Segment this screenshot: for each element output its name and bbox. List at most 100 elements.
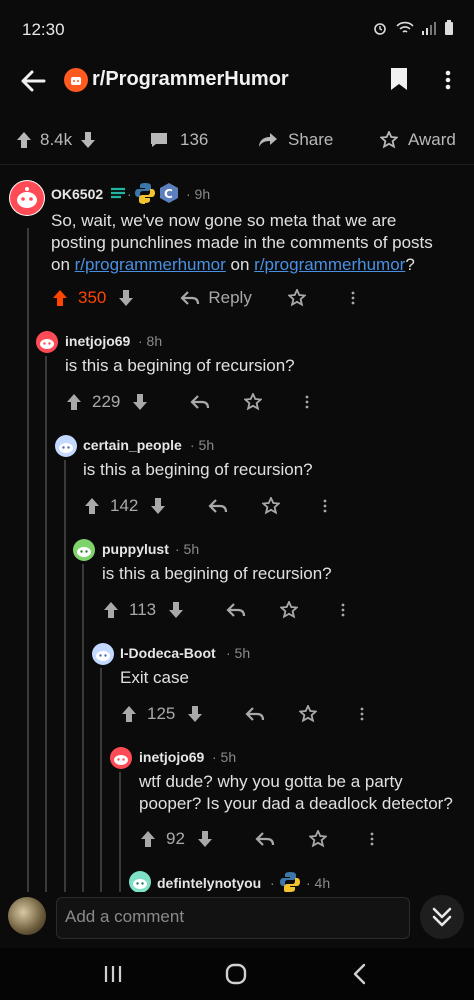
avatar[interactable] <box>35 330 59 354</box>
comment-actions: 113 <box>103 600 346 620</box>
award-icon[interactable] <box>308 830 327 848</box>
upvote-icon[interactable] <box>84 497 100 515</box>
more-options-icon[interactable] <box>340 602 346 618</box>
text: on <box>51 255 75 274</box>
thread-line[interactable] <box>27 228 29 892</box>
reply-icon[interactable] <box>190 394 210 410</box>
back-arrow-icon[interactable] <box>18 66 48 96</box>
thread-line[interactable] <box>100 668 102 892</box>
comments-count: 136 <box>180 130 209 149</box>
comment-time: · 5h <box>190 437 215 453</box>
overflow-menu-icon[interactable] <box>440 68 456 92</box>
next-comment-button[interactable] <box>420 895 464 939</box>
more-options-icon[interactable] <box>304 394 310 410</box>
avatar[interactable] <box>72 538 96 562</box>
comment-author[interactable]: puppylust <box>102 541 169 557</box>
comment-time: · 8h <box>138 333 163 349</box>
upvote-icon[interactable] <box>103 601 119 619</box>
upvote-icon[interactable] <box>16 131 32 149</box>
status-time: 12:30 <box>22 20 65 39</box>
comment-author[interactable]: I-Dodeca-Boot <box>120 645 216 661</box>
recent-apps-icon[interactable] <box>102 963 124 985</box>
comment-author[interactable]: inetjojo69 <box>65 333 130 349</box>
comment-score: 350 <box>78 288 107 307</box>
comment-score: 92 <box>166 829 185 848</box>
thread-line[interactable] <box>82 564 84 892</box>
avatar[interactable] <box>109 746 133 770</box>
comment-time: · 5h <box>175 541 200 557</box>
downvote-icon[interactable] <box>197 830 213 848</box>
award-icon[interactable] <box>287 289 306 307</box>
comment-author[interactable]: OK6502 <box>51 186 103 202</box>
user-avatar[interactable] <box>8 897 46 935</box>
reply-icon[interactable] <box>208 498 228 514</box>
comment-actions: 142 <box>84 496 328 516</box>
downvote-icon[interactable] <box>150 497 166 515</box>
more-options-icon[interactable] <box>369 831 375 847</box>
thread-line[interactable] <box>45 356 47 892</box>
thread-line[interactable] <box>119 772 121 892</box>
home-icon[interactable] <box>224 962 248 986</box>
upvote-icon[interactable] <box>52 289 68 307</box>
subreddit-link[interactable]: r/programmerhumor <box>254 255 405 274</box>
post-vote-group: 8.4k <box>16 130 96 150</box>
avatar[interactable] <box>128 870 152 894</box>
comment-line: wtf dude? why you gotta be a party <box>139 772 403 791</box>
comment-time: · 9h <box>186 186 211 202</box>
back-icon[interactable] <box>350 962 370 986</box>
downvote-icon[interactable] <box>168 601 184 619</box>
thread-line[interactable] <box>64 460 66 892</box>
post-score: 8.4k <box>40 130 73 149</box>
comment-author[interactable]: inetjojo69 <box>139 749 204 765</box>
avatar[interactable] <box>54 434 78 458</box>
comment-score: 113 <box>129 600 157 619</box>
reply-icon[interactable] <box>255 831 275 847</box>
share-button[interactable]: Share <box>258 130 333 150</box>
avatar[interactable] <box>9 180 45 216</box>
share-icon <box>259 133 277 147</box>
subreddit-icon[interactable] <box>64 68 88 92</box>
python-icon <box>135 183 155 204</box>
more-options-icon[interactable] <box>359 706 365 722</box>
subreddit-title[interactable]: r/ProgrammerHumor <box>92 68 289 91</box>
upvote-icon[interactable] <box>140 830 156 848</box>
comment-body: is this a begining of recursion? <box>83 460 313 479</box>
subreddit-link[interactable]: r/programmerhumor <box>75 255 226 274</box>
more-options-icon[interactable] <box>350 290 356 306</box>
award-icon[interactable] <box>262 497 281 515</box>
downvote-icon[interactable] <box>80 131 96 149</box>
reply-icon[interactable] <box>180 290 200 306</box>
comment-line: pooper? Is your dad a deadlock detector? <box>139 794 453 813</box>
downvote-icon[interactable] <box>187 705 203 723</box>
wifi-icon <box>396 21 414 33</box>
downvote-icon[interactable] <box>118 289 134 307</box>
python-icon <box>280 872 300 893</box>
award-button[interactable]: Award <box>380 130 456 150</box>
comment-author[interactable]: certain_people <box>83 437 182 453</box>
reply-icon[interactable] <box>245 706 265 722</box>
upvote-icon[interactable] <box>66 393 82 411</box>
battery-icon <box>445 20 453 35</box>
comment-time: · 5h <box>212 749 237 765</box>
double-chevron-down-icon <box>432 907 452 927</box>
comments-count-button[interactable]: 136 <box>150 130 208 150</box>
reply-icon[interactable] <box>226 602 246 618</box>
award-icon[interactable] <box>280 601 299 619</box>
upvote-icon[interactable] <box>121 705 137 723</box>
bookmark-icon[interactable] <box>388 66 410 92</box>
award-icon[interactable] <box>244 393 263 411</box>
comment-score: 142 <box>110 496 139 515</box>
avatar[interactable] <box>91 642 115 666</box>
more-options-icon[interactable] <box>322 498 328 514</box>
award-icon[interactable] <box>299 705 318 723</box>
downvote-icon[interactable] <box>132 393 148 411</box>
comment-body: is this a begining of recursion? <box>65 356 295 375</box>
comment-score: 229 <box>92 392 121 411</box>
flair-bars-icon <box>111 187 125 199</box>
award-icon <box>380 131 398 149</box>
reply-button[interactable]: Reply <box>208 288 251 308</box>
status-icons <box>372 20 454 36</box>
comment-author[interactable]: defintelynotyou <box>157 875 261 891</box>
award-label: Award <box>408 130 456 149</box>
add-comment-placeholder: Add a comment <box>65 907 185 926</box>
